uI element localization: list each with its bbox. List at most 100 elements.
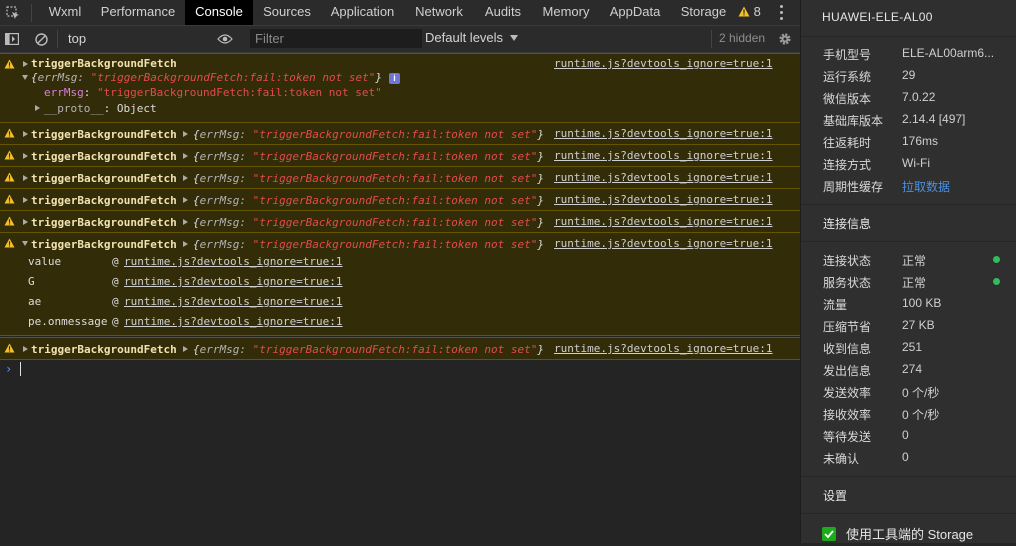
log-levels-label: Default levels	[425, 30, 504, 45]
info-value: 7.0.22	[902, 90, 936, 104]
expand-triangle-icon[interactable]	[23, 153, 28, 159]
expand-triangle-icon[interactable]	[23, 61, 28, 67]
tab-appdata[interactable]: AppData	[605, 0, 665, 25]
expand-triangle-icon[interactable]	[23, 175, 28, 181]
source-link[interactable]: runtime.js?devtools_ignore=true:1	[554, 57, 773, 70]
source-link[interactable]: runtime.js?devtools_ignore=true:1	[554, 215, 773, 228]
stack-frame-link[interactable]: runtime.js?devtools_ignore=true:1	[124, 315, 343, 328]
expand-triangle-icon[interactable]	[23, 219, 28, 225]
log-object-summary[interactable]: {errMsg: "triggerBackgroundFetch:fail:to…	[193, 172, 544, 185]
device-info-panel: HUAWEI-ELE-AL00 手机型号 ELE-AL00arm6... 运行系…	[800, 0, 1016, 543]
live-expression-eye-icon[interactable]	[213, 26, 237, 52]
tab-sources[interactable]: Sources	[258, 0, 316, 25]
expand-object-triangle-icon[interactable]	[183, 241, 188, 247]
stack-frame-link[interactable]: runtime.js?devtools_ignore=true:1	[124, 255, 343, 268]
expand-triangle-icon[interactable]	[23, 346, 28, 352]
console-warning-row[interactable]: triggerBackgroundFetch {errMsg: "trigger…	[0, 210, 800, 233]
collapse-triangle-icon[interactable]	[22, 75, 28, 80]
console-warning-row[interactable]: triggerBackgroundFetch {errMsg: "trigger…	[0, 188, 800, 211]
info-label: 微信版本	[823, 92, 872, 106]
object-prototype[interactable]: __proto__: Object	[44, 102, 157, 115]
more-options-icon[interactable]	[780, 5, 784, 23]
tab-application[interactable]: Application	[325, 0, 400, 25]
settings-section-title: 设置	[823, 489, 848, 503]
console-warning-row[interactable]: triggerBackgroundFetch {errMsg: "trigger…	[0, 144, 800, 167]
inspect-element-icon[interactable]	[0, 0, 26, 25]
conn-value: 274	[902, 362, 923, 376]
log-function-name: triggerBackgroundFetch	[31, 343, 177, 356]
log-function-name: triggerBackgroundFetch	[31, 172, 177, 185]
console-warning-row[interactable]: triggerBackgroundFetch runtime.js?devtoo…	[0, 53, 800, 123]
tab-memory[interactable]: Memory	[537, 0, 595, 25]
log-object-summary[interactable]: {errMsg: "triggerBackgroundFetch:fail:to…	[193, 343, 544, 356]
expand-triangle-icon[interactable]	[23, 131, 28, 137]
expand-triangle-icon[interactable]	[23, 197, 28, 203]
console-warning-row-with-stack[interactable]: triggerBackgroundFetch {errMsg: "trigger…	[0, 232, 800, 336]
object-info-icon[interactable]: i	[389, 73, 400, 84]
conn-label: 收到信息	[823, 342, 872, 356]
text-caret	[20, 362, 21, 376]
conn-label: 等待发送	[823, 430, 872, 444]
tab-storage[interactable]: Storage	[676, 0, 731, 25]
source-link[interactable]: runtime.js?devtools_ignore=true:1	[554, 149, 773, 162]
conn-value: 251	[902, 340, 923, 354]
source-link[interactable]: runtime.js?devtools_ignore=true:1	[554, 127, 773, 140]
context-selector[interactable]: top	[60, 29, 234, 49]
device-name: HUAWEI-ELE-AL00	[822, 10, 933, 24]
source-link[interactable]: runtime.js?devtools_ignore=true:1	[554, 193, 773, 206]
sidebar-toggle-icon[interactable]	[2, 26, 22, 52]
expand-object-triangle-icon[interactable]	[183, 153, 188, 159]
source-link[interactable]: runtime.js?devtools_ignore=true:1	[554, 171, 773, 184]
source-link[interactable]: runtime.js?devtools_ignore=true:1	[554, 237, 773, 250]
clear-console-icon[interactable]	[31, 26, 51, 52]
filter-input[interactable]	[250, 29, 422, 48]
conn-label: 流量	[823, 298, 848, 312]
conn-value: 27 KB	[902, 318, 935, 332]
tab-audits[interactable]: Audits	[478, 0, 528, 25]
expand-object-triangle-icon[interactable]	[183, 175, 188, 181]
expand-object-triangle-icon[interactable]	[183, 346, 188, 352]
expand-object-triangle-icon[interactable]	[183, 219, 188, 225]
conn-label: 未确认	[823, 452, 860, 466]
info-label: 基础库版本	[823, 114, 884, 128]
conn-label: 接收效率	[823, 408, 872, 422]
warning-icon	[4, 238, 15, 248]
expand-object-triangle-icon[interactable]	[183, 131, 188, 137]
log-function-name: triggerBackgroundFetch	[31, 194, 177, 207]
log-object-summary[interactable]: {errMsg: "triggerBackgroundFetch:fail:to…	[193, 238, 544, 251]
object-property: errMsg: "triggerBackgroundFetch:fail:tok…	[44, 86, 382, 99]
stack-frame-function: ae	[28, 295, 42, 308]
log-object-summary[interactable]: {errMsg: "triggerBackgroundFetch:fail:to…	[193, 128, 544, 141]
use-tool-storage-checkbox[interactable]	[822, 527, 836, 541]
tab-console[interactable]: Console	[185, 0, 253, 25]
collapse-triangle-icon[interactable]	[22, 241, 28, 246]
stack-frame-link[interactable]: runtime.js?devtools_ignore=true:1	[124, 275, 343, 288]
checkmark-icon	[824, 530, 834, 539]
console-settings-gear-icon[interactable]	[776, 26, 794, 52]
console-warning-row[interactable]: triggerBackgroundFetch {errMsg: "trigger…	[0, 337, 800, 360]
expand-object-triangle-icon[interactable]	[183, 197, 188, 203]
console-toolbar: top Default levels 2 hidden	[0, 26, 800, 53]
devtools-panel: Wxml Performance Console Sources Applica…	[0, 0, 800, 543]
warning-icon	[4, 59, 15, 69]
console-warning-row[interactable]: triggerBackgroundFetch {errMsg: "trigger…	[0, 122, 800, 145]
log-function-name: triggerBackgroundFetch	[31, 216, 177, 229]
warning-counter[interactable]: 8	[738, 0, 761, 25]
console-input[interactable]: ›	[0, 360, 800, 378]
source-link[interactable]: runtime.js?devtools_ignore=true:1	[554, 342, 773, 355]
tab-network[interactable]: Network	[410, 0, 468, 25]
log-object-summary[interactable]: {errMsg: "triggerBackgroundFetch:fail:to…	[193, 150, 544, 163]
tab-performance[interactable]: Performance	[95, 0, 181, 25]
tab-wxml[interactable]: Wxml	[40, 0, 90, 25]
panel-divider	[801, 241, 1016, 242]
console-warning-row[interactable]: triggerBackgroundFetch {errMsg: "trigger…	[0, 166, 800, 189]
pull-data-link[interactable]: 拉取数据	[902, 178, 950, 195]
stack-frame-link[interactable]: runtime.js?devtools_ignore=true:1	[124, 295, 343, 308]
log-object-summary[interactable]: {errMsg: "triggerBackgroundFetch:fail:to…	[193, 216, 544, 229]
stack-frame-function: G	[28, 275, 35, 288]
log-object-summary[interactable]: {errMsg: "triggerBackgroundFetch:fail:to…	[31, 71, 382, 84]
expand-proto-triangle-icon[interactable]	[35, 105, 40, 111]
log-levels-dropdown[interactable]: Default levels	[425, 30, 518, 45]
warning-icon	[738, 6, 750, 17]
log-object-summary[interactable]: {errMsg: "triggerBackgroundFetch:fail:to…	[193, 194, 544, 207]
